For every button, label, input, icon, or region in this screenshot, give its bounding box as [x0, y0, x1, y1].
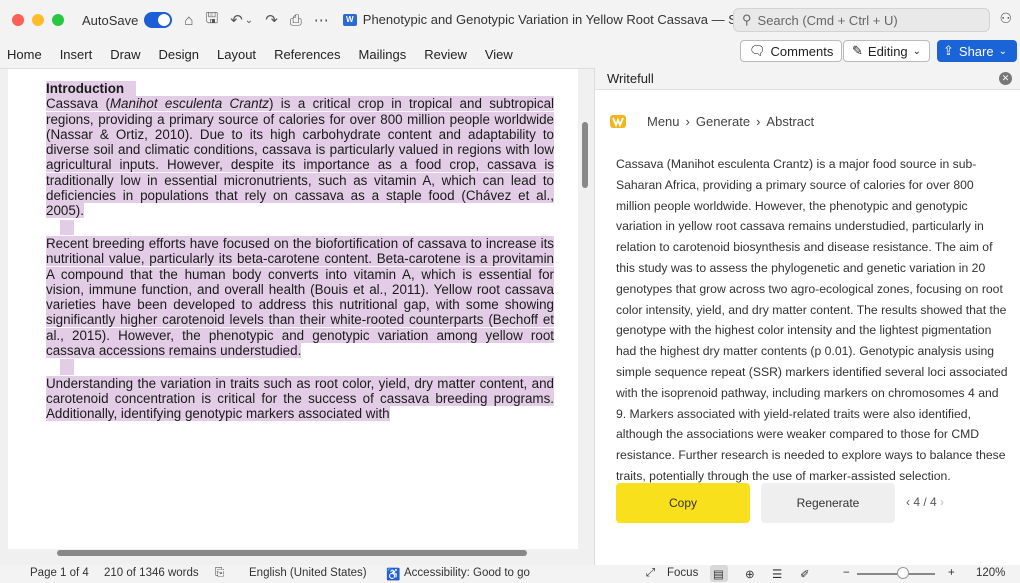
comment-icon: 🗨 — [749, 43, 766, 58]
pager-count: 4 / 4 — [913, 495, 937, 509]
print-icon[interactable]: ⎙ — [290, 12, 302, 29]
window-controls — [12, 14, 64, 26]
accessibility-status[interactable]: Accessibility: Good to go — [404, 567, 530, 579]
word-count[interactable]: 210 of 1346 words — [104, 567, 199, 579]
autosave-toggle[interactable] — [144, 12, 173, 28]
p1-text-a: Cassava ( — [46, 96, 110, 112]
home-icon[interactable]: ⌂ — [184, 12, 193, 29]
copy-button[interactable]: Copy — [616, 483, 750, 523]
pager-prev-button[interactable]: ‹ — [906, 495, 910, 509]
language-status[interactable]: English (United States) — [249, 567, 367, 579]
people-icon[interactable]: ⚇ — [999, 10, 1012, 27]
tab-references[interactable]: References — [265, 47, 349, 62]
p3-text: Understanding the variation in traits su… — [46, 375, 554, 422]
empty-paragraph — [60, 359, 74, 375]
draft-view-icon[interactable]: ✐ — [800, 567, 810, 581]
share-label: Share — [958, 43, 994, 59]
tab-view[interactable]: View — [476, 47, 522, 62]
save-icon[interactable]: 🖫 — [205, 8, 218, 33]
web-layout-icon[interactable]: ⊕ — [745, 567, 755, 581]
paragraph-1[interactable]: Cassava (Manihot esculenta Crantz) is a … — [46, 96, 554, 219]
tab-design[interactable]: Design — [150, 47, 208, 62]
title-bar: AutoSave ⌂ 🖫 ↶ ⌄ ↷ ⎙ ⋯ W Phenotypic and … — [0, 0, 1020, 40]
page-count[interactable]: Page 1 of 4 — [30, 567, 89, 579]
zoom-slider-handle[interactable] — [897, 567, 909, 579]
regenerate-button[interactable]: Regenerate — [761, 483, 895, 523]
search-icon: ⚲ — [742, 12, 752, 27]
vertical-scrollbar[interactable] — [582, 122, 588, 188]
breadcrumb: Menu › Generate › Abstract — [609, 112, 814, 130]
zoom-level[interactable]: 120% — [976, 567, 1005, 579]
word-doc-icon: W — [342, 14, 357, 26]
redo-icon[interactable]: ↷ — [265, 11, 278, 29]
tab-insert[interactable]: Insert — [51, 47, 102, 62]
proofing-icon[interactable]: ⎘ — [215, 567, 224, 580]
status-bar: Page 1 of 4 210 of 1346 words ⎘ English … — [0, 565, 1020, 583]
search-input[interactable]: ⚲ Search (Cmd + Ctrl + U) — [733, 8, 990, 32]
undo-dropdown-icon[interactable]: ⌄ — [245, 15, 253, 26]
breadcrumb-generate[interactable]: Generate — [696, 114, 750, 129]
result-pager: ‹ 4 / 4 › — [906, 495, 944, 509]
generated-abstract: Cassava (Manihot esculenta Crantz) is a … — [616, 157, 1008, 483]
pane-title: Writefull — [607, 71, 654, 86]
document-title-text: Phenotypic and Genotypic Variation in Ye… — [362, 12, 780, 27]
comments-button[interactable]: 🗨 Comments — [740, 40, 843, 62]
undo-icon[interactable]: ↶ — [230, 11, 243, 29]
writefull-logo-icon — [610, 115, 626, 128]
accessibility-icon: ♿ — [386, 569, 401, 581]
pencil-icon: ✎ — [852, 43, 863, 58]
share-button[interactable]: ⇪ Share ⌄ — [937, 40, 1017, 62]
minimize-window-button[interactable] — [32, 14, 44, 26]
pane-header: Writefull ✕ — [595, 68, 1020, 90]
ribbon-tabs: Home Insert Draw Design Layout Reference… — [0, 47, 522, 62]
breadcrumb-separator: › — [756, 113, 761, 129]
tab-review[interactable]: Review — [415, 47, 476, 62]
editing-mode-button[interactable]: ✎ Editing ⌄ — [843, 40, 931, 62]
share-icon: ⇪ — [943, 43, 954, 58]
focus-icon[interactable]: ⤢ — [646, 567, 655, 580]
outline-view-icon[interactable]: ☰ — [772, 567, 782, 581]
print-layout-icon[interactable]: ▤ — [713, 567, 724, 581]
breadcrumb-menu[interactable]: Menu — [647, 114, 680, 129]
focus-label[interactable]: Focus — [667, 567, 698, 579]
search-placeholder: Search (Cmd + Ctrl + U) — [757, 12, 898, 28]
document-title[interactable]: W Phenotypic and Genotypic Variation in … — [342, 12, 780, 28]
chevron-down-icon: ⌄ — [912, 45, 922, 57]
document-body[interactable]: Introduction Cassava (Manihot esculenta … — [46, 81, 554, 422]
editing-label: Editing — [867, 43, 908, 59]
horizontal-scrollbar[interactable] — [57, 550, 527, 556]
writefull-pane: Writefull ✕ Menu › Generate › Abstract C… — [594, 68, 1020, 565]
breadcrumb-separator: › — [685, 113, 690, 129]
zoom-in-button[interactable]: + — [948, 567, 955, 579]
zoom-slider[interactable] — [857, 573, 935, 575]
comments-label: Comments — [770, 43, 834, 59]
ribbon: Home Insert Draw Design Layout Reference… — [0, 40, 1020, 68]
heading-introduction[interactable]: Introduction — [46, 81, 137, 97]
p1-italic: Manihot esculenta Crantz — [109, 96, 269, 112]
document-canvas[interactable]: Introduction Cassava (Manihot esculenta … — [0, 68, 594, 565]
tab-draw[interactable]: Draw — [101, 47, 149, 62]
pager-next-button[interactable]: › — [940, 495, 944, 509]
document-page[interactable]: Introduction Cassava (Manihot esculenta … — [8, 69, 578, 549]
tab-layout[interactable]: Layout — [208, 47, 265, 62]
autosave-label: AutoSave — [82, 12, 139, 28]
zoom-out-button[interactable]: − — [843, 567, 850, 579]
chevron-down-icon: ⌄ — [998, 45, 1007, 57]
tab-home[interactable]: Home — [0, 47, 51, 62]
tab-mailings[interactable]: Mailings — [350, 47, 416, 62]
close-window-button[interactable] — [12, 14, 24, 26]
zoom-window-button[interactable] — [52, 14, 64, 26]
p1-text-b: ) is a critical crop in tropical and sub… — [46, 96, 554, 219]
breadcrumb-abstract: Abstract — [766, 113, 815, 129]
p2-text: Recent breeding efforts have focused on … — [46, 235, 554, 359]
paragraph-2[interactable]: Recent breeding efforts have focused on … — [46, 235, 554, 359]
more-icon[interactable]: ⋯ — [314, 11, 329, 29]
close-icon[interactable]: ✕ — [999, 72, 1012, 85]
empty-paragraph — [60, 219, 74, 235]
paragraph-3[interactable]: Understanding the variation in traits su… — [46, 375, 554, 422]
